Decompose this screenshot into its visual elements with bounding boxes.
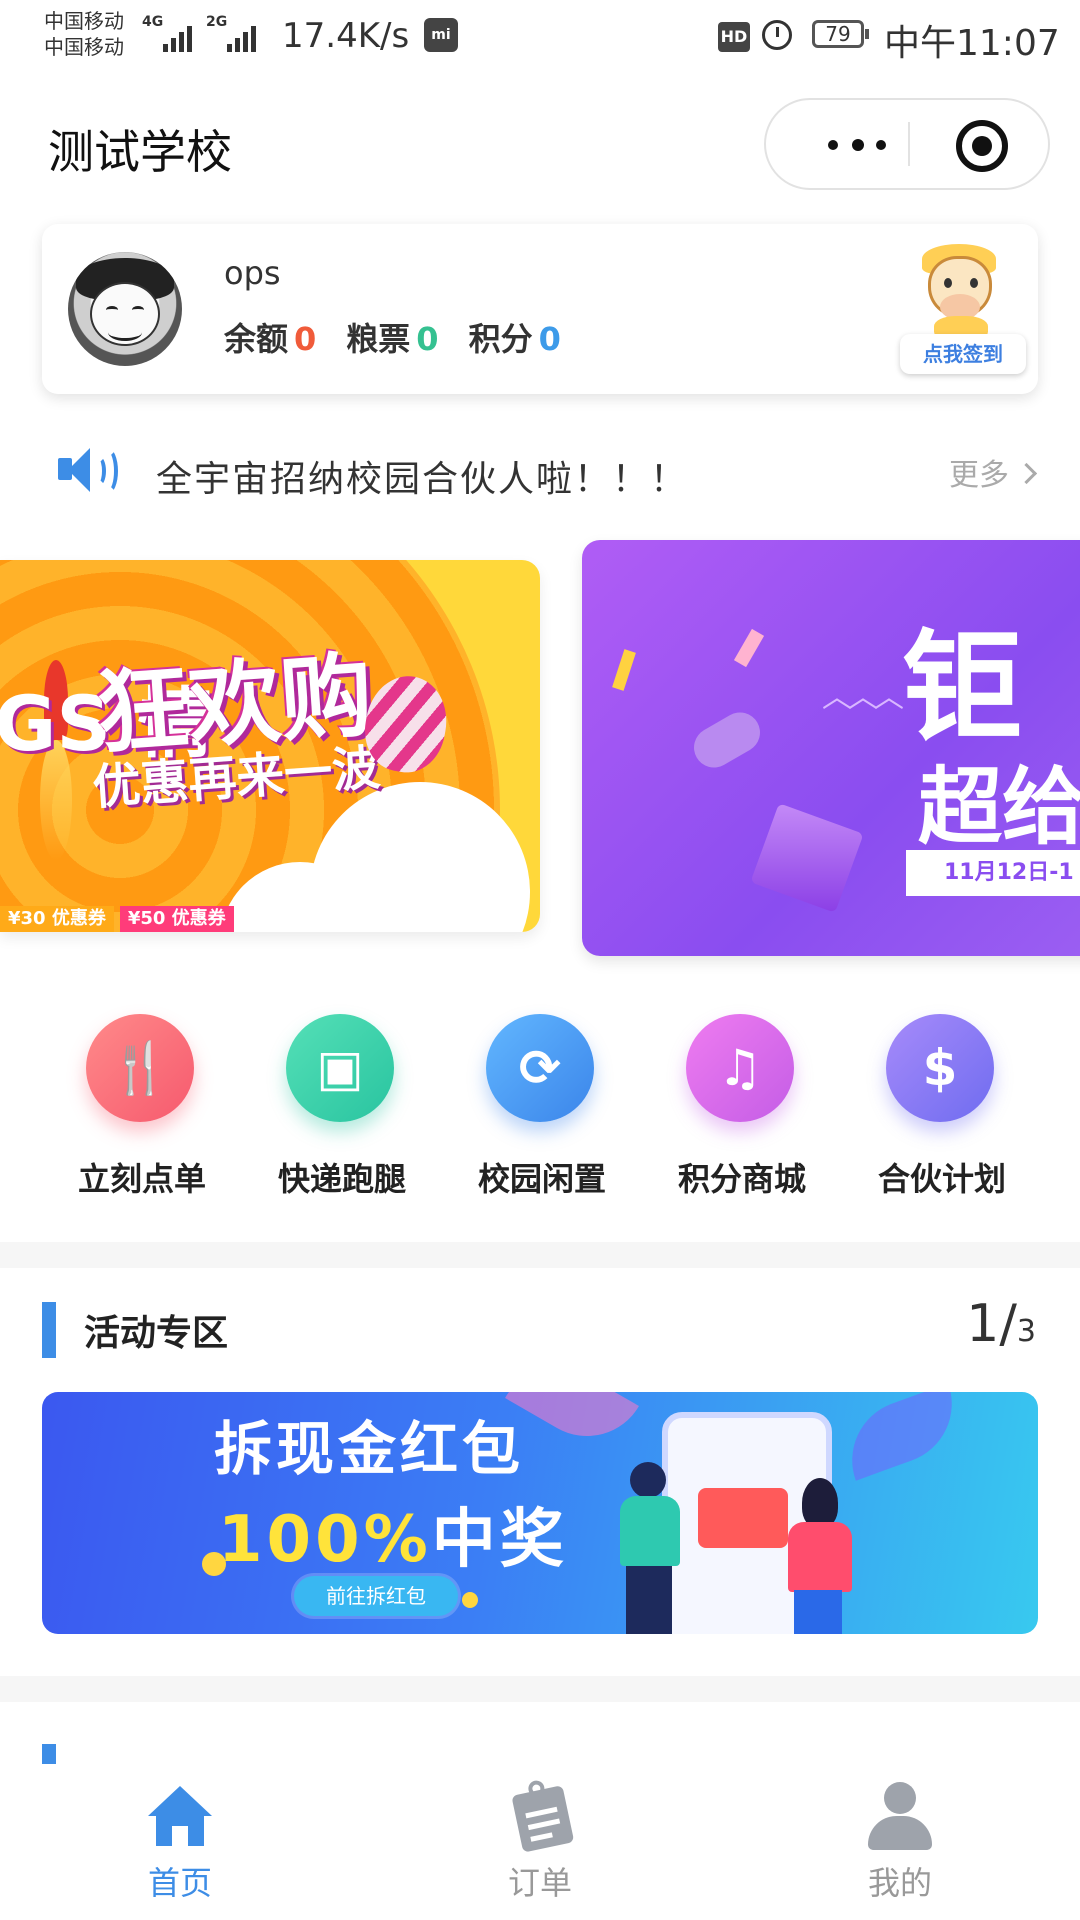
grain-stat[interactable]: 粮票 0 <box>346 314 438 360</box>
menu-item-courier[interactable]: ▣ 快递跑腿 <box>242 1008 442 1218</box>
section-accent-bar <box>42 1302 56 1358</box>
banner2-subtitle: 超给 <box>918 758 1080 856</box>
menu-item-order-now[interactable]: 🍴 立刻点单 <box>42 1008 242 1218</box>
hd-icon: HD <box>718 22 750 52</box>
banner2-title: 钜 <box>902 619 1022 758</box>
title-bar: 测试学校 <box>0 76 1080 216</box>
status-bar: 中国移动 中国移动 4G 2G 17.4K/s mi HD 79 中午11:07 <box>0 0 1080 76</box>
speaker-icon <box>58 444 118 496</box>
carrier-2: 中国移动 <box>44 35 124 59</box>
home-icon <box>148 1786 212 1846</box>
cube-decoration <box>750 803 864 913</box>
menu-label: 快递跑腿 <box>277 1160 406 1198</box>
notice-bar: 全宇宙招纳校园合伙人啦！！！ 更多 <box>0 430 1080 510</box>
carousel-banner-1[interactable]: GS 情 狂欢购 优惠再来一波 ¥30 优惠券 ¥50 优惠券 <box>0 560 540 932</box>
activity-header: 活动专区 1/3 <box>0 1288 1080 1378</box>
app-page: 中国移动 中国移动 4G 2G 17.4K/s mi HD 79 中午11:07… <box>0 0 1080 1920</box>
recycle-icon: ⟳ <box>519 1039 561 1097</box>
menu-item-secondhand[interactable]: ⟳ 校园闲置 <box>442 1008 642 1218</box>
pony-mascot-icon <box>914 238 1006 342</box>
activity-banner-subtitle: 100%中奖 <box>218 1488 568 1580</box>
banner1-coupons: ¥30 优惠券 ¥50 优惠券 <box>0 906 234 932</box>
signal-group: 4G 2G <box>142 14 256 52</box>
battery-icon: 79 <box>812 20 869 48</box>
dollar-icon: $ <box>922 1039 958 1097</box>
activity-banner[interactable]: 拆现金红包 100%中奖 前往拆红包 <box>42 1392 1038 1634</box>
more-menu-button[interactable] <box>810 100 904 188</box>
section-accent-bar <box>42 1744 56 1764</box>
balance-stat[interactable]: 余额 0 <box>224 314 316 360</box>
fork-spoon-icon: 🍴 <box>108 1039 172 1097</box>
net-type-1: 4G <box>142 14 164 30</box>
carrier-labels: 中国移动 中国移动 <box>44 8 124 60</box>
quick-menu: 🍴 立刻点单 ▣ 快递跑腿 ⟳ 校园闲置 ♫ 积分商城 $ 合伙计划 <box>0 1008 1080 1218</box>
menu-label: 积分商城 <box>677 1160 806 1198</box>
pager-current: 1 <box>966 1294 1000 1354</box>
alarm-icon <box>762 20 792 50</box>
more-label: 更多 <box>949 458 1009 493</box>
user-name: ops <box>224 254 281 292</box>
package-icon: ▣ <box>316 1039 364 1097</box>
more-link[interactable]: 更多 <box>949 450 1038 494</box>
signal-4g-icon: 4G <box>142 14 192 52</box>
tab-bar: 首页 订单 我的 <box>0 1764 1080 1920</box>
chevron-right-icon <box>1015 462 1038 485</box>
activity-pager: 1/3 <box>966 1294 1036 1354</box>
miniprogram-capsule <box>764 98 1050 190</box>
tab-label: 我的 <box>867 1864 932 1902</box>
avatar[interactable] <box>68 252 182 366</box>
activity-title: 活动专区 <box>84 1313 229 1354</box>
pager-total: 3 <box>1016 1314 1036 1349</box>
capsule-divider <box>908 122 910 166</box>
open-red-packet-button[interactable]: 前往拆红包 <box>294 1576 458 1616</box>
points-value: 0 <box>538 320 561 358</box>
grain-label: 粮票 <box>346 320 411 358</box>
activity-banner-title: 拆现金红包 <box>214 1415 525 1483</box>
order-icon <box>505 1775 578 1856</box>
coupon-1: ¥30 优惠券 <box>0 906 114 932</box>
net-type-2: 2G <box>206 14 228 30</box>
carrier-1: 中国移动 <box>44 9 124 33</box>
user-icon <box>868 1782 932 1850</box>
user-card: ops 余额 0 粮票 0 积分 0 点我签到 <box>42 224 1038 394</box>
zigzag-decoration: ︿︿︿ <box>822 680 904 715</box>
section-divider <box>0 1242 1080 1268</box>
user-stats: 余额 0 粮票 0 积分 0 <box>224 314 561 360</box>
balance-label: 余额 <box>224 320 289 358</box>
signin-button[interactable]: 点我签到 <box>894 238 1026 378</box>
tab-label: 订单 <box>507 1864 572 1902</box>
status-time: 中午11:07 <box>884 23 1060 64</box>
banner2-date: 11月12日-1 <box>906 850 1080 896</box>
banner-percent: 100% <box>218 1503 432 1577</box>
page-title: 测试学校 <box>48 125 232 179</box>
points-stat[interactable]: 积分 0 <box>469 314 561 360</box>
signal-2g-icon: 2G <box>206 14 256 52</box>
balance-value: 0 <box>294 320 317 358</box>
close-miniprogram-button[interactable] <box>956 120 1008 172</box>
menu-label: 立刻点单 <box>77 1160 206 1198</box>
target-icon <box>972 136 992 156</box>
bell-icon: ♫ <box>717 1039 763 1097</box>
person-illustration-1 <box>616 1462 686 1634</box>
tab-label: 首页 <box>147 1864 212 1902</box>
coupon-2: ¥50 优惠券 <box>119 906 234 932</box>
mi-app-icon: mi <box>424 18 458 52</box>
tab-home[interactable]: 首页 <box>0 1764 360 1920</box>
menu-item-points-mall[interactable]: ♫ 积分商城 <box>642 1008 842 1218</box>
banner-prize: 中奖 <box>431 1503 568 1577</box>
section-divider <box>0 1676 1080 1702</box>
menu-label: 校园闲置 <box>477 1160 606 1198</box>
carousel-banner-2[interactable]: ︿︿︿ 钜 超给 11月12日-1 <box>582 540 1080 956</box>
menu-item-partner-plan[interactable]: $ 合伙计划 <box>842 1008 1042 1218</box>
signin-label: 点我签到 <box>900 334 1026 374</box>
grain-value: 0 <box>416 320 439 358</box>
menu-label: 合伙计划 <box>877 1160 1006 1198</box>
points-label: 积分 <box>468 320 533 358</box>
network-speed: 17.4K/s <box>282 16 410 56</box>
person-illustration-2 <box>782 1478 862 1634</box>
notice-text[interactable]: 全宇宙招纳校园合伙人啦！！！ <box>156 450 688 502</box>
tab-orders[interactable]: 订单 <box>360 1764 720 1920</box>
tab-me[interactable]: 我的 <box>720 1764 1080 1920</box>
